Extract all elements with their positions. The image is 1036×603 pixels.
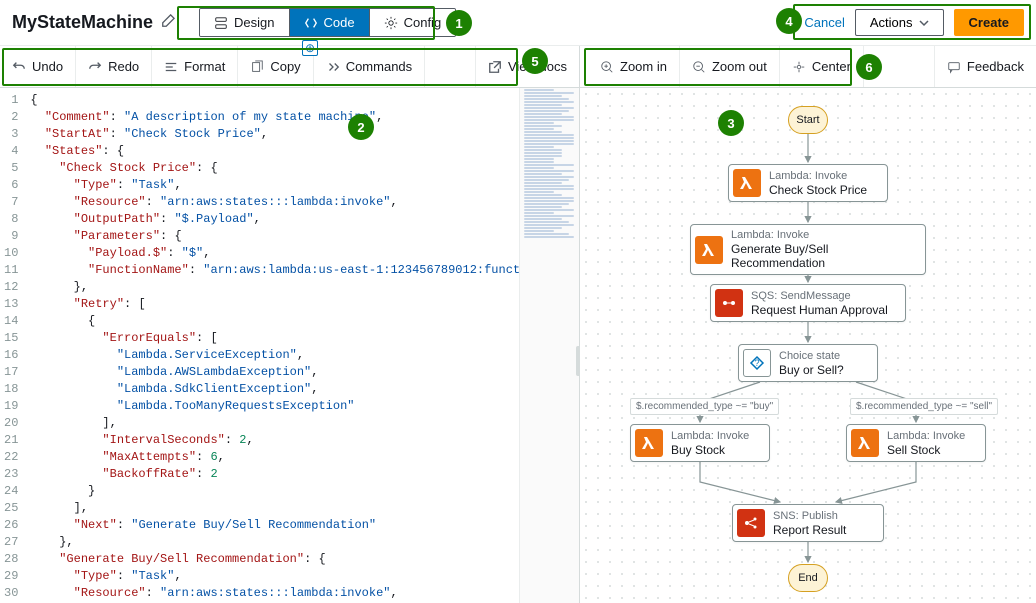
tab-design[interactable]: Design [200,9,289,36]
lambda-icon [695,236,723,264]
add-panel-handle[interactable]: ⊕ [302,40,318,56]
code-editor-pane[interactable]: 1234567891011121314151617181920212223242… [0,88,580,603]
choice-icon: ? [743,349,771,377]
feedback-button[interactable]: Feedback [934,46,1036,87]
start-node[interactable]: Start [788,106,828,134]
undo-icon [12,60,26,74]
callout-3: 3 [718,110,744,136]
lambda-icon [635,429,663,457]
node-sell-stock[interactable]: Lambda: InvokeSell Stock [846,424,986,462]
zoom-in-icon [600,60,614,74]
tab-code[interactable]: Code [290,9,370,36]
graph-pane[interactable]: Start Lambda: InvokeCheck Stock Price La… [580,88,1036,603]
feedback-icon [947,60,961,74]
callout-1: 1 [446,10,472,36]
commands-icon [326,60,340,74]
tab-config[interactable]: Config [370,9,456,36]
code-icon [304,16,318,30]
callout-4: 4 [776,8,802,34]
node-choice[interactable]: ? Choice stateBuy or Sell? [738,344,878,382]
copy-icon [250,60,264,74]
node-generate-recommendation[interactable]: Lambda: InvokeGenerate Buy/Sell Recommen… [690,224,926,275]
design-icon [214,16,228,30]
edge-label-sell: $.recommended_type ~= "sell" [850,398,998,415]
lambda-icon [851,429,879,457]
external-link-icon [488,60,502,74]
actions-button[interactable]: Actions [855,9,944,36]
node-report-result[interactable]: SNS: PublishReport Result [732,504,884,542]
lambda-icon [733,169,761,197]
zoom-in-button[interactable]: Zoom in [588,46,680,87]
tab-design-label: Design [234,15,274,30]
node-check-stock-price[interactable]: Lambda: InvokeCheck Stock Price [728,164,888,202]
redo-button[interactable]: Redo [76,46,152,87]
line-gutter: 1234567891011121314151617181920212223242… [0,88,26,603]
caret-down-icon [919,18,929,28]
sns-icon [737,509,765,537]
callout-5: 5 [522,48,548,74]
node-request-approval[interactable]: SQS: SendMessageRequest Human Approval [710,284,906,322]
mode-tabs: Design Code Config [199,8,456,37]
redo-icon [88,60,102,74]
state-machine-title: MyStateMachine [12,12,153,33]
center-icon [792,60,806,74]
callout-6: 6 [856,54,882,80]
pencil-icon [161,14,175,28]
main-split: 1234567891011121314151617181920212223242… [0,88,1036,603]
node-buy-stock[interactable]: Lambda: InvokeBuy Stock [630,424,770,462]
callout-2: 2 [348,114,374,140]
code-toolbar: Undo Redo Format Copy Commands View docs [0,46,580,87]
zoom-out-icon [692,60,706,74]
edit-title-icon[interactable] [161,14,175,31]
format-button[interactable]: Format [152,46,238,87]
sqs-icon [715,289,743,317]
commands-button[interactable]: Commands [314,46,425,87]
cancel-button[interactable]: Cancel [804,15,844,30]
code-content[interactable]: { "Comment": "A description of my state … [26,88,519,603]
end-node[interactable]: End [788,564,828,592]
create-button[interactable]: Create [954,9,1024,36]
minimap[interactable] [519,88,579,603]
svg-text:?: ? [754,358,759,368]
gear-icon [384,16,398,30]
zoom-out-button[interactable]: Zoom out [680,46,780,87]
graph-toolbar: Zoom in Zoom out Center Feedback [580,46,1036,87]
tab-code-label: Code [324,15,355,30]
format-icon [164,60,178,74]
edge-label-buy: $.recommended_type ~= "buy" [630,398,779,415]
header: MyStateMachine Design Code Config Cancel… [0,0,1036,46]
undo-button[interactable]: Undo [0,46,76,87]
actions-label: Actions [870,15,913,30]
tab-config-label: Config [404,15,442,30]
